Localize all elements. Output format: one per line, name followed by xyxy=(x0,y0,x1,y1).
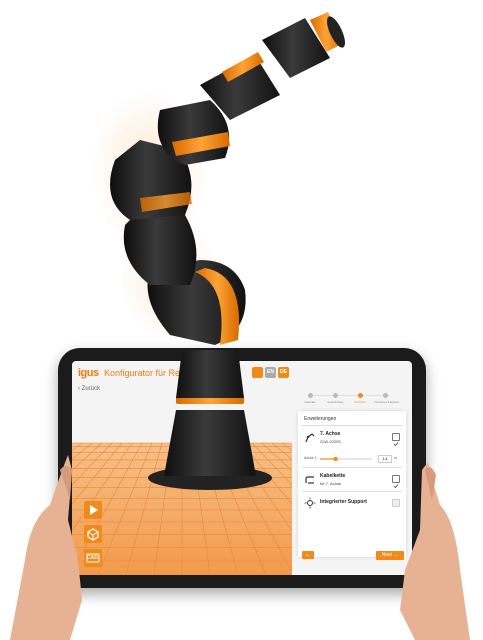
left-hand xyxy=(10,455,82,640)
right-hand xyxy=(400,462,470,640)
product-scene: igus Konfigurator für Re ‹ Zurück EN DE … xyxy=(0,0,483,640)
hands xyxy=(10,455,470,640)
